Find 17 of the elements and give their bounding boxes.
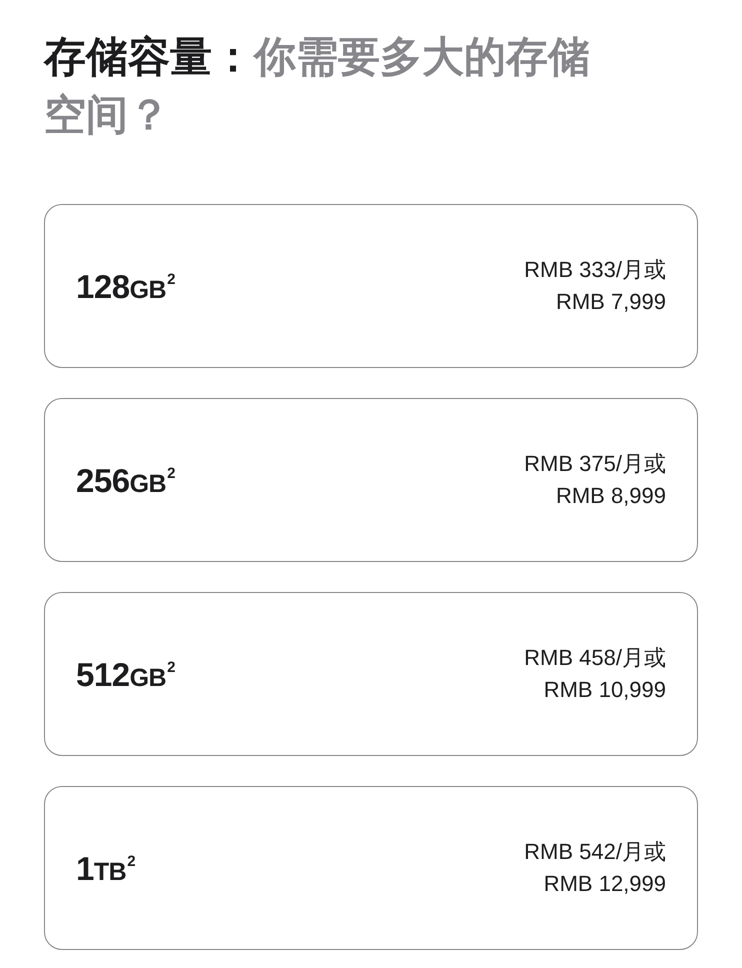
capacity-label: 1TB$^{2}$ [76, 852, 136, 884]
capacity-label: 128GB$^{2}$ [76, 270, 175, 302]
capacity-label: 512GB$^{2}$ [76, 658, 175, 690]
full-price: RMB 10,999 [544, 676, 666, 704]
storage-option[interactable]: 256GB$^{2}$ RMB 375/月或 RMB 8,999 [44, 398, 698, 562]
storage-option[interactable]: 128GB$^{2}$ RMB 333/月或 RMB 7,999 [44, 204, 698, 368]
monthly-price: RMB 333/月或 [524, 256, 666, 284]
storage-option[interactable]: 1TB$^{2}$ RMB 542/月或 RMB 12,999 [44, 786, 698, 950]
monthly-price: RMB 542/月或 [524, 838, 666, 866]
capacity-label: 256GB$^{2}$ [76, 464, 175, 496]
full-price: RMB 8,999 [556, 482, 666, 510]
storage-option[interactable]: 512GB$^{2}$ RMB 458/月或 RMB 10,999 [44, 592, 698, 756]
full-price: RMB 7,999 [556, 288, 666, 316]
full-price: RMB 12,999 [544, 870, 666, 898]
section-heading: 存储容量：你需要多大的存储空间？ [44, 32, 591, 140]
monthly-price: RMB 458/月或 [524, 644, 666, 672]
monthly-price: RMB 375/月或 [524, 450, 666, 478]
